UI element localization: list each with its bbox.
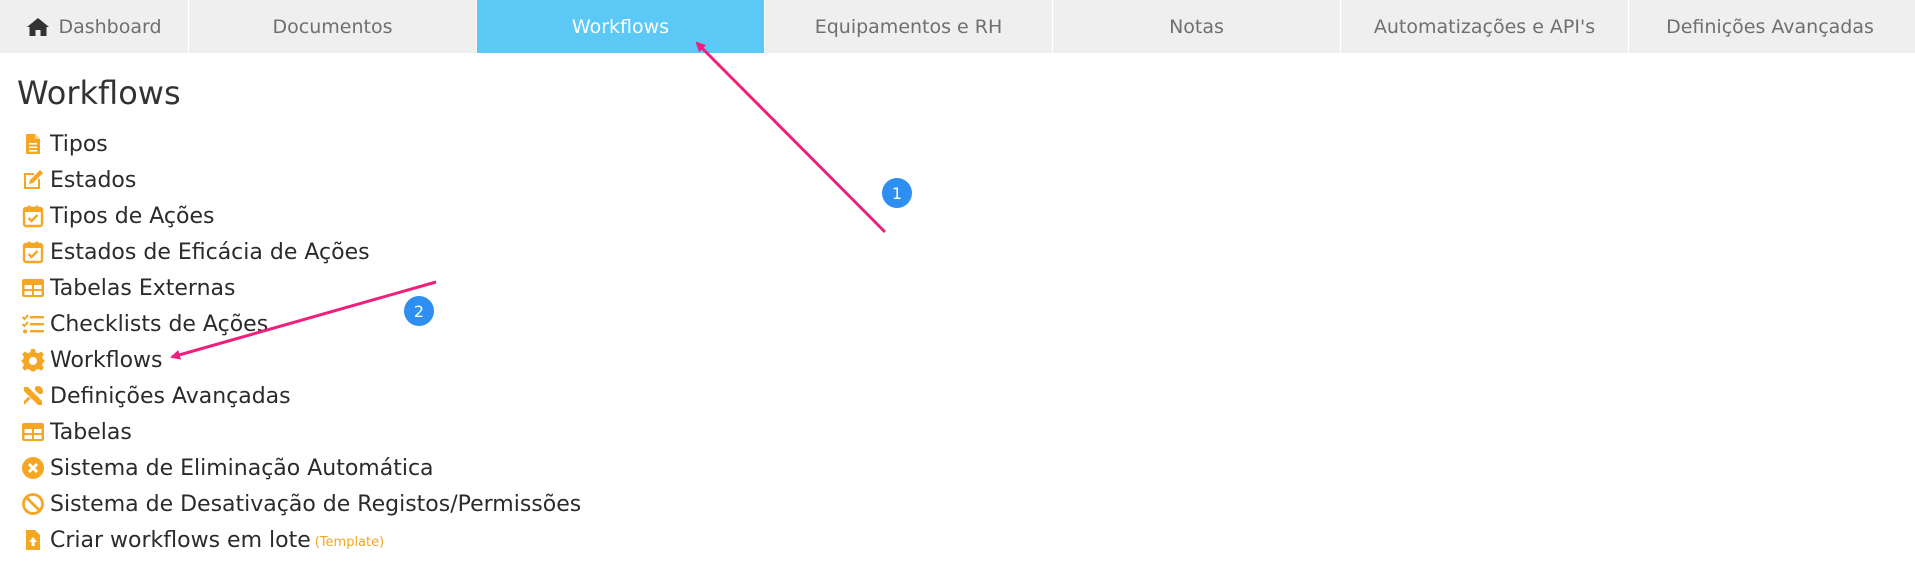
tab-workflows[interactable]: Workflows bbox=[477, 0, 765, 53]
tab-equipamentos-rh[interactable]: Equipamentos e RH bbox=[765, 0, 1053, 53]
menu-item-label: Checklists de Ações bbox=[50, 311, 269, 337]
tools-icon bbox=[20, 383, 46, 409]
tab-notas[interactable]: Notas bbox=[1053, 0, 1341, 53]
tab-label: Equipamentos e RH bbox=[814, 15, 1003, 38]
menu-item-label: Tabelas Externas bbox=[50, 275, 236, 301]
annotation-badge-2: 2 bbox=[404, 296, 434, 326]
menu-item-label: Workflows bbox=[50, 347, 163, 373]
file-icon bbox=[20, 131, 46, 157]
menu-item-label: Tipos bbox=[50, 131, 108, 157]
menu-item-label: Estados de Eficácia de Ações bbox=[50, 239, 370, 265]
x-circle-icon bbox=[20, 455, 46, 481]
menu-item-tipos-de-acoes[interactable]: Tipos de Ações bbox=[20, 198, 581, 234]
menu-item-label: Tipos de Ações bbox=[50, 203, 215, 229]
menu-item-estados-eficacia-acoes[interactable]: Estados de Eficácia de Ações bbox=[20, 234, 581, 270]
tab-automatizacoes-apis[interactable]: Automatizações e API's bbox=[1341, 0, 1629, 53]
table-icon bbox=[20, 275, 46, 301]
menu-item-label: Sistema de Desativação de Registos/Permi… bbox=[50, 491, 582, 517]
tab-label: Notas bbox=[1169, 15, 1224, 38]
tab-label: Workflows bbox=[571, 15, 670, 38]
workflows-menu: Tipos Estados Tipos de Ações Estados de … bbox=[20, 126, 581, 558]
menu-item-tipos[interactable]: Tipos bbox=[20, 126, 581, 162]
home-icon bbox=[26, 16, 50, 38]
menu-item-label: Sistema de Eliminação Automática bbox=[50, 455, 434, 481]
menu-item-estados[interactable]: Estados bbox=[20, 162, 581, 198]
table-icon bbox=[20, 419, 46, 445]
menu-item-sistema-desativacao[interactable]: Sistema de Desativação de Registos/Permi… bbox=[20, 486, 581, 522]
menu-item-label: Tabelas bbox=[50, 419, 132, 445]
menu-item-tabelas[interactable]: Tabelas bbox=[20, 414, 581, 450]
menu-item-label: Criar workflows em lote bbox=[50, 527, 311, 553]
tab-documentos[interactable]: Documentos bbox=[189, 0, 477, 53]
file-upload-icon bbox=[20, 527, 46, 553]
ban-icon bbox=[20, 491, 46, 517]
checklist-icon bbox=[20, 311, 46, 337]
menu-item-tabelas-externas[interactable]: Tabelas Externas bbox=[20, 270, 581, 306]
annotation-badge-1: 1 bbox=[882, 178, 912, 208]
menu-item-label: Definições Avançadas bbox=[50, 383, 291, 409]
tab-label: Documentos bbox=[272, 15, 393, 38]
annotation-arrow-1 bbox=[695, 41, 887, 234]
calendar-check-icon bbox=[20, 203, 46, 229]
menu-item-checklists-acoes[interactable]: Checklists de Ações bbox=[20, 306, 581, 342]
page-title: Workflows bbox=[17, 74, 181, 112]
template-link[interactable]: (Template) bbox=[315, 535, 384, 550]
edit-icon bbox=[20, 167, 46, 193]
tab-label: Dashboard bbox=[58, 15, 162, 38]
tab-label: Definições Avançadas bbox=[1666, 15, 1874, 38]
tab-dashboard[interactable]: Dashboard bbox=[0, 0, 189, 53]
menu-item-sistema-eliminacao[interactable]: Sistema de Eliminação Automática bbox=[20, 450, 581, 486]
menu-item-label: Estados bbox=[50, 167, 137, 193]
gear-icon bbox=[20, 347, 46, 373]
menu-item-criar-workflows-lote[interactable]: Criar workflows em lote (Template) bbox=[20, 522, 581, 558]
calendar-check-icon bbox=[20, 239, 46, 265]
tab-label: Automatizações e API's bbox=[1373, 15, 1596, 38]
menu-item-definicoes-avancadas[interactable]: Definições Avançadas bbox=[20, 378, 581, 414]
tab-definicoes-avancadas[interactable]: Definições Avançadas bbox=[1629, 0, 1911, 53]
top-tab-bar: Dashboard Documentos Workflows Equipamen… bbox=[0, 0, 1915, 53]
menu-item-workflows[interactable]: Workflows bbox=[20, 342, 581, 378]
